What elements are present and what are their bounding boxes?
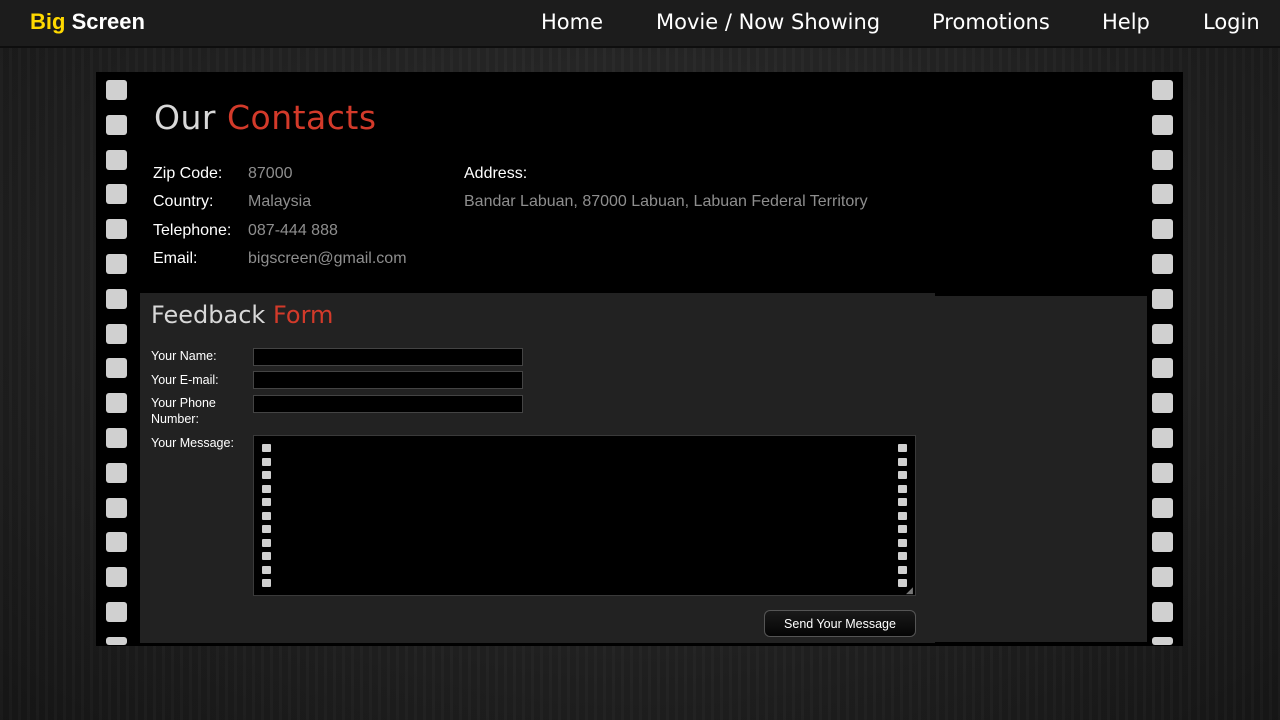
telephone-value: 087-444 888 (248, 222, 338, 239)
nav-promotions[interactable]: Promotions (932, 10, 1050, 34)
telephone-label: Telephone: (153, 222, 232, 239)
message-label: Your Message: (151, 436, 234, 450)
contacts-heading-our: Our (154, 98, 216, 137)
feedback-side-panel (935, 296, 1147, 642)
nav-help[interactable]: Help (1102, 10, 1150, 34)
resize-handle-icon[interactable]: ◢ (906, 586, 914, 595)
address-label: Address: (464, 165, 528, 182)
name-label: Your Name: (151, 349, 217, 363)
address-value: Bandar Labuan, 87000 Labuan, Labuan Fede… (464, 193, 868, 210)
country-value: Malaysia (248, 193, 312, 210)
logo-big: Big (30, 9, 66, 34)
send-message-button[interactable]: Send Your Message (764, 610, 916, 637)
email-value: bigscreen@gmail.com (248, 250, 407, 267)
name-input[interactable] (253, 348, 523, 366)
email-label: Email: (153, 250, 198, 267)
site-logo[interactable]: Big Screen (30, 9, 145, 35)
email-input[interactable] (253, 371, 523, 389)
phone-input[interactable] (253, 395, 523, 413)
film-sprocket-holes-right (1152, 80, 1174, 645)
nav-login[interactable]: Login (1203, 10, 1260, 34)
form-email-label: Your E-mail: (151, 373, 219, 387)
phone-label: Your Phone Number: (151, 396, 216, 426)
message-sprocket-holes-right (898, 444, 907, 593)
contacts-heading: Our Contacts (154, 98, 377, 137)
message-sprocket-holes-left (262, 444, 271, 593)
country-label: Country: (153, 193, 214, 210)
feedback-heading-feedback: Feedback (151, 301, 266, 329)
nav-movies[interactable]: Movie / Now Showing (656, 10, 880, 34)
feedback-heading: Feedback Form (151, 301, 333, 329)
contacts-heading-contacts: Contacts (226, 98, 377, 137)
logo-screen: Screen (71, 9, 145, 34)
zip-value: 87000 (248, 165, 293, 182)
nav-home[interactable]: Home (541, 10, 603, 34)
message-textarea[interactable]: ◢ (253, 435, 916, 596)
film-sprocket-holes-left (106, 80, 128, 645)
top-navigation-bar: Big Screen Home Movie / Now Showing Prom… (0, 0, 1280, 48)
zip-label: Zip Code: (153, 165, 223, 182)
feedback-heading-form: Form (272, 301, 334, 329)
